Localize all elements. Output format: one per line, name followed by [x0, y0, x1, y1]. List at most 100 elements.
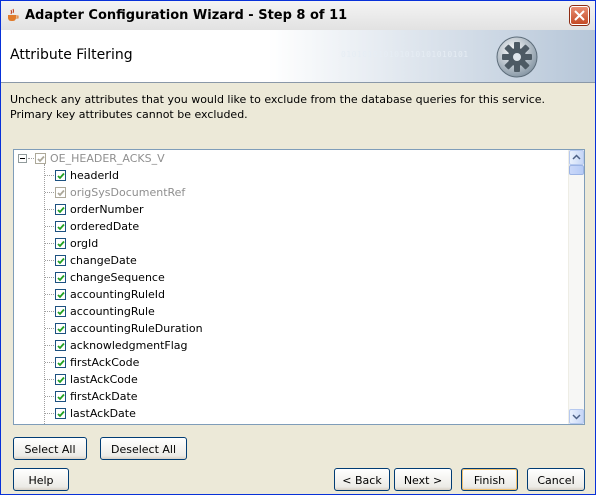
deselect-all-button[interactable]: Deselect All: [100, 437, 187, 460]
cancel-button[interactable]: Cancel: [527, 468, 585, 491]
tree-line: [45, 294, 54, 295]
collapse-toggle-icon[interactable]: [18, 154, 27, 163]
tree-line: [45, 277, 54, 278]
checkbox: [55, 187, 66, 198]
attribute-tree[interactable]: OE_HEADER_ACKS_V headerId origSysDocumentR…: [13, 149, 585, 425]
close-icon: [574, 10, 585, 21]
checkmark-icon: [57, 223, 65, 231]
tree-content: OE_HEADER_ACKS_V headerId origSysDocumentR…: [14, 150, 569, 424]
page-title: Attribute Filtering: [10, 47, 133, 63]
tree-item[interactable]: headerId: [55, 167, 119, 184]
tree-node-label: changeDate: [70, 254, 137, 267]
banner-binary-text: 010101010101010101010101: [341, 50, 469, 59]
tree-node-label: lastAckCode: [70, 373, 138, 386]
java-cup-icon: [8, 8, 19, 21]
tree-line: [45, 311, 54, 312]
tree-line: [28, 158, 34, 159]
tree-line: [45, 379, 54, 380]
checkbox[interactable]: [55, 289, 66, 300]
tree-node-label: changeSequence: [70, 271, 165, 284]
tree-line: [45, 175, 54, 176]
checkbox[interactable]: [55, 374, 66, 385]
tree-node-label: headerId: [70, 169, 119, 182]
scroll-down-button[interactable]: [569, 409, 584, 424]
checkbox[interactable]: [55, 408, 66, 419]
checkmark-icon: [57, 291, 65, 299]
tree-node-label: accountingRuleId: [70, 288, 166, 301]
tree-line: [45, 209, 54, 210]
wizard-window: Adapter Configuration Wizard - Step 8 of…: [0, 0, 596, 495]
close-button[interactable]: [570, 6, 589, 25]
tree-root-node[interactable]: OE_HEADER_ACKS_V: [35, 150, 165, 167]
chevron-down-icon: [572, 414, 581, 420]
tree-item[interactable]: lastAckDate: [55, 405, 136, 422]
tree-item[interactable]: orgId: [55, 235, 98, 252]
select-all-button[interactable]: Select All: [13, 437, 87, 460]
checkmark-icon: [57, 189, 65, 197]
tree-item[interactable]: orderNumber: [55, 201, 144, 218]
tree-item[interactable]: acknowledgmentFlag: [55, 337, 188, 354]
tree-node-label: orderedDate: [70, 220, 140, 233]
tree-node-label: firstAckDate: [70, 390, 138, 403]
scroll-thumb[interactable]: [569, 165, 584, 175]
tree-item[interactable]: changeDate: [55, 252, 137, 269]
checkbox: [35, 153, 46, 164]
tree-item[interactable]: lastAckCode: [55, 371, 138, 388]
checkbox[interactable]: [55, 170, 66, 181]
tree-line: [45, 243, 54, 244]
tree-line: [45, 192, 54, 193]
checkmark-icon: [57, 240, 65, 248]
back-button[interactable]: < Back: [334, 468, 390, 491]
instructions-text: Uncheck any attributes that you would li…: [10, 93, 546, 121]
tree-item[interactable]: accountingRule: [55, 303, 155, 320]
checkmark-icon: [57, 410, 65, 418]
checkmark-icon: [37, 155, 45, 163]
checkbox[interactable]: [55, 357, 66, 368]
checkbox[interactable]: [55, 272, 66, 283]
checkbox[interactable]: [55, 306, 66, 317]
checkbox[interactable]: [55, 221, 66, 232]
tree-line: [45, 413, 54, 414]
tree-line: [45, 226, 54, 227]
next-button[interactable]: Next >: [394, 468, 452, 491]
finish-button[interactable]: Finish: [461, 468, 518, 491]
title-bar[interactable]: Adapter Configuration Wizard - Step 8 of…: [1, 1, 595, 31]
tree-item[interactable]: firstAckDate: [55, 388, 138, 405]
tree-line: [45, 396, 54, 397]
checkmark-icon: [57, 308, 65, 316]
tree-line: [45, 345, 54, 346]
checkmark-icon: [57, 342, 65, 350]
checkmark-icon: [57, 376, 65, 384]
checkbox[interactable]: [55, 204, 66, 215]
gear-icon: [496, 36, 538, 78]
vertical-scrollbar[interactable]: [568, 150, 584, 424]
tree-line: [45, 260, 54, 261]
checkbox[interactable]: [55, 238, 66, 249]
checkmark-icon: [57, 359, 65, 367]
tree-line: [45, 362, 54, 363]
tree-node-label: orderNumber: [70, 203, 144, 216]
tree-node-label: lastAckDate: [70, 407, 136, 420]
checkbox[interactable]: [55, 323, 66, 334]
help-button[interactable]: Help: [13, 468, 69, 491]
checkmark-icon: [57, 172, 65, 180]
tree-item[interactable]: firstAckCode: [55, 354, 139, 371]
tree-item[interactable]: origSysDocumentRef: [55, 184, 185, 201]
tree-item[interactable]: changeSequence: [55, 269, 165, 286]
tree-item[interactable]: accountingRuleDuration: [55, 320, 203, 337]
header-banner: Attribute Filtering 01010101010101010101…: [1, 30, 595, 83]
window-title: Adapter Configuration Wizard - Step 8 of…: [25, 8, 348, 23]
chevron-up-icon: [572, 154, 581, 160]
checkmark-icon: [57, 274, 65, 282]
tree-node-label: origSysDocumentRef: [70, 186, 186, 199]
tree-item[interactable]: accountingRuleId: [55, 286, 165, 303]
checkbox[interactable]: [55, 255, 66, 266]
checkbox[interactable]: [55, 340, 66, 351]
checkmark-icon: [57, 257, 65, 265]
checkmark-icon: [57, 393, 65, 401]
checkbox[interactable]: [55, 391, 66, 402]
tree-item[interactable]: orderedDate: [55, 218, 139, 235]
tree-node-label: OE_HEADER_ACKS_V: [50, 152, 165, 165]
tree-node-label: firstAckCode: [70, 356, 140, 369]
scroll-up-button[interactable]: [569, 150, 584, 165]
